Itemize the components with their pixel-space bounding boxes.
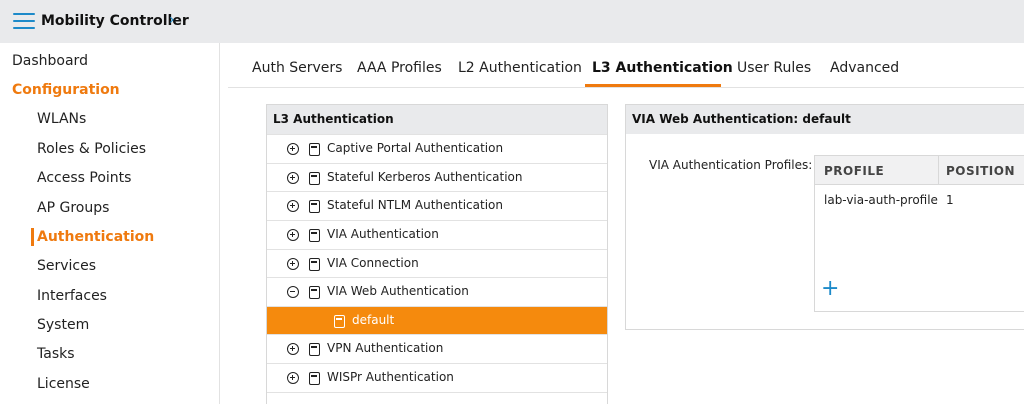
document-icon — [309, 143, 320, 156]
sidebar: Dashboard Configuration WLANs Roles & Po… — [0, 43, 220, 404]
document-icon — [309, 258, 320, 271]
collapse-icon[interactable] — [287, 286, 299, 298]
sidebar-item-license[interactable]: License — [37, 376, 90, 392]
column-divider — [938, 156, 939, 185]
column-header-position[interactable]: POSITION — [946, 164, 1015, 178]
document-icon — [309, 343, 320, 356]
tab-l2-authentication[interactable]: L2 Authentication — [458, 60, 582, 76]
via-auth-profiles-label: VIA Authentication Profiles: — [649, 158, 813, 172]
panel-title: L3 Authentication — [267, 105, 607, 134]
tree-row-label: VPN Authentication — [327, 341, 444, 355]
tree-row-label: default — [352, 313, 395, 327]
tab-bar: Auth Servers AAA Profiles L2 Authenticat… — [228, 43, 1024, 88]
sidebar-item-tasks[interactable]: Tasks — [37, 346, 75, 362]
cell-profile[interactable]: lab-via-auth-profile — [824, 193, 938, 207]
sidebar-item-services[interactable]: Services — [37, 258, 96, 274]
tree-row-via-connection[interactable]: VIA Connection — [267, 249, 607, 277]
tree-row-label: Captive Portal Authentication — [327, 141, 504, 155]
panel-title: VIA Web Authentication: default — [626, 105, 1024, 134]
table-header: PROFILE POSITION — [815, 156, 1024, 185]
document-icon — [334, 315, 345, 328]
sidebar-item-dashboard[interactable]: Dashboard — [12, 53, 88, 69]
expand-icon[interactable] — [287, 200, 299, 212]
expand-icon[interactable] — [287, 172, 299, 184]
via-web-auth-panel: VIA Web Authentication: default VIA Auth… — [625, 104, 1024, 330]
tab-auth-servers[interactable]: Auth Servers — [252, 60, 342, 76]
expand-icon[interactable] — [287, 372, 299, 384]
app-title[interactable]: Mobility Controller — [41, 13, 189, 29]
tree-row-captive-portal[interactable]: Captive Portal Authentication — [267, 134, 607, 162]
tree-row-label: Stateful NTLM Authentication — [327, 198, 503, 212]
cell-position[interactable]: 1 — [946, 193, 954, 207]
expand-icon[interactable] — [287, 229, 299, 241]
sidebar-item-wlans[interactable]: WLANs — [37, 111, 86, 127]
l3-auth-panel: L3 Authentication Captive Portal Authent… — [266, 104, 608, 404]
active-indicator — [31, 228, 34, 246]
sidebar-item-access-points[interactable]: Access Points — [37, 170, 131, 186]
tab-advanced[interactable]: Advanced — [830, 60, 899, 76]
tree-row-label: WISPr Authentication — [327, 370, 454, 384]
via-auth-profiles-table: PROFILE POSITION lab-via-auth-profile 1 … — [814, 155, 1024, 312]
tree-row-stateful-ntlm[interactable]: Stateful NTLM Authentication — [267, 191, 607, 219]
sidebar-item-ap-groups[interactable]: AP Groups — [37, 200, 109, 216]
sidebar-item-system[interactable]: System — [37, 317, 89, 333]
sidebar-item-roles-policies[interactable]: Roles & Policies — [37, 141, 146, 157]
column-header-profile[interactable]: PROFILE — [824, 164, 884, 178]
tab-user-rules[interactable]: User Rules — [737, 60, 811, 76]
expand-icon[interactable] — [287, 343, 299, 355]
active-tab-underline — [585, 84, 721, 87]
expand-icon[interactable] — [287, 143, 299, 155]
document-icon — [309, 172, 320, 185]
expand-icon[interactable] — [287, 258, 299, 270]
tree-row-label: Stateful Kerberos Authentication — [327, 170, 523, 184]
sidebar-item-interfaces[interactable]: Interfaces — [37, 288, 107, 304]
tree-row-vpn-authentication[interactable]: VPN Authentication — [267, 334, 607, 362]
document-icon — [309, 286, 320, 299]
tree-row-via-web-authentication[interactable]: VIA Web Authentication — [267, 277, 607, 305]
chevron-right-icon[interactable]: › — [169, 12, 175, 28]
sidebar-item-configuration[interactable]: Configuration — [12, 82, 120, 98]
tree-row-label: VIA Authentication — [327, 227, 439, 241]
document-icon — [309, 229, 320, 242]
tree-row-empty — [267, 392, 607, 420]
tree-row-default-selected[interactable]: default — [267, 306, 607, 334]
tree-row-label: VIA Connection — [327, 256, 419, 270]
tab-aaa-profiles[interactable]: AAA Profiles — [357, 60, 442, 76]
sidebar-item-authentication[interactable]: Authentication — [37, 229, 154, 245]
tree-row-wispr-authentication[interactable]: WISPr Authentication — [267, 363, 607, 391]
tree-row-via-authentication[interactable]: VIA Authentication — [267, 220, 607, 248]
document-icon — [309, 372, 320, 385]
tree-row-label: VIA Web Authentication — [327, 284, 469, 298]
tab-l3-authentication[interactable]: L3 Authentication — [592, 60, 733, 76]
menu-icon[interactable] — [13, 13, 35, 30]
add-icon[interactable]: + — [821, 278, 839, 300]
document-icon — [309, 200, 320, 213]
tree-row-stateful-kerberos[interactable]: Stateful Kerberos Authentication — [267, 163, 607, 191]
top-header: Mobility Controller › — [0, 0, 1024, 43]
